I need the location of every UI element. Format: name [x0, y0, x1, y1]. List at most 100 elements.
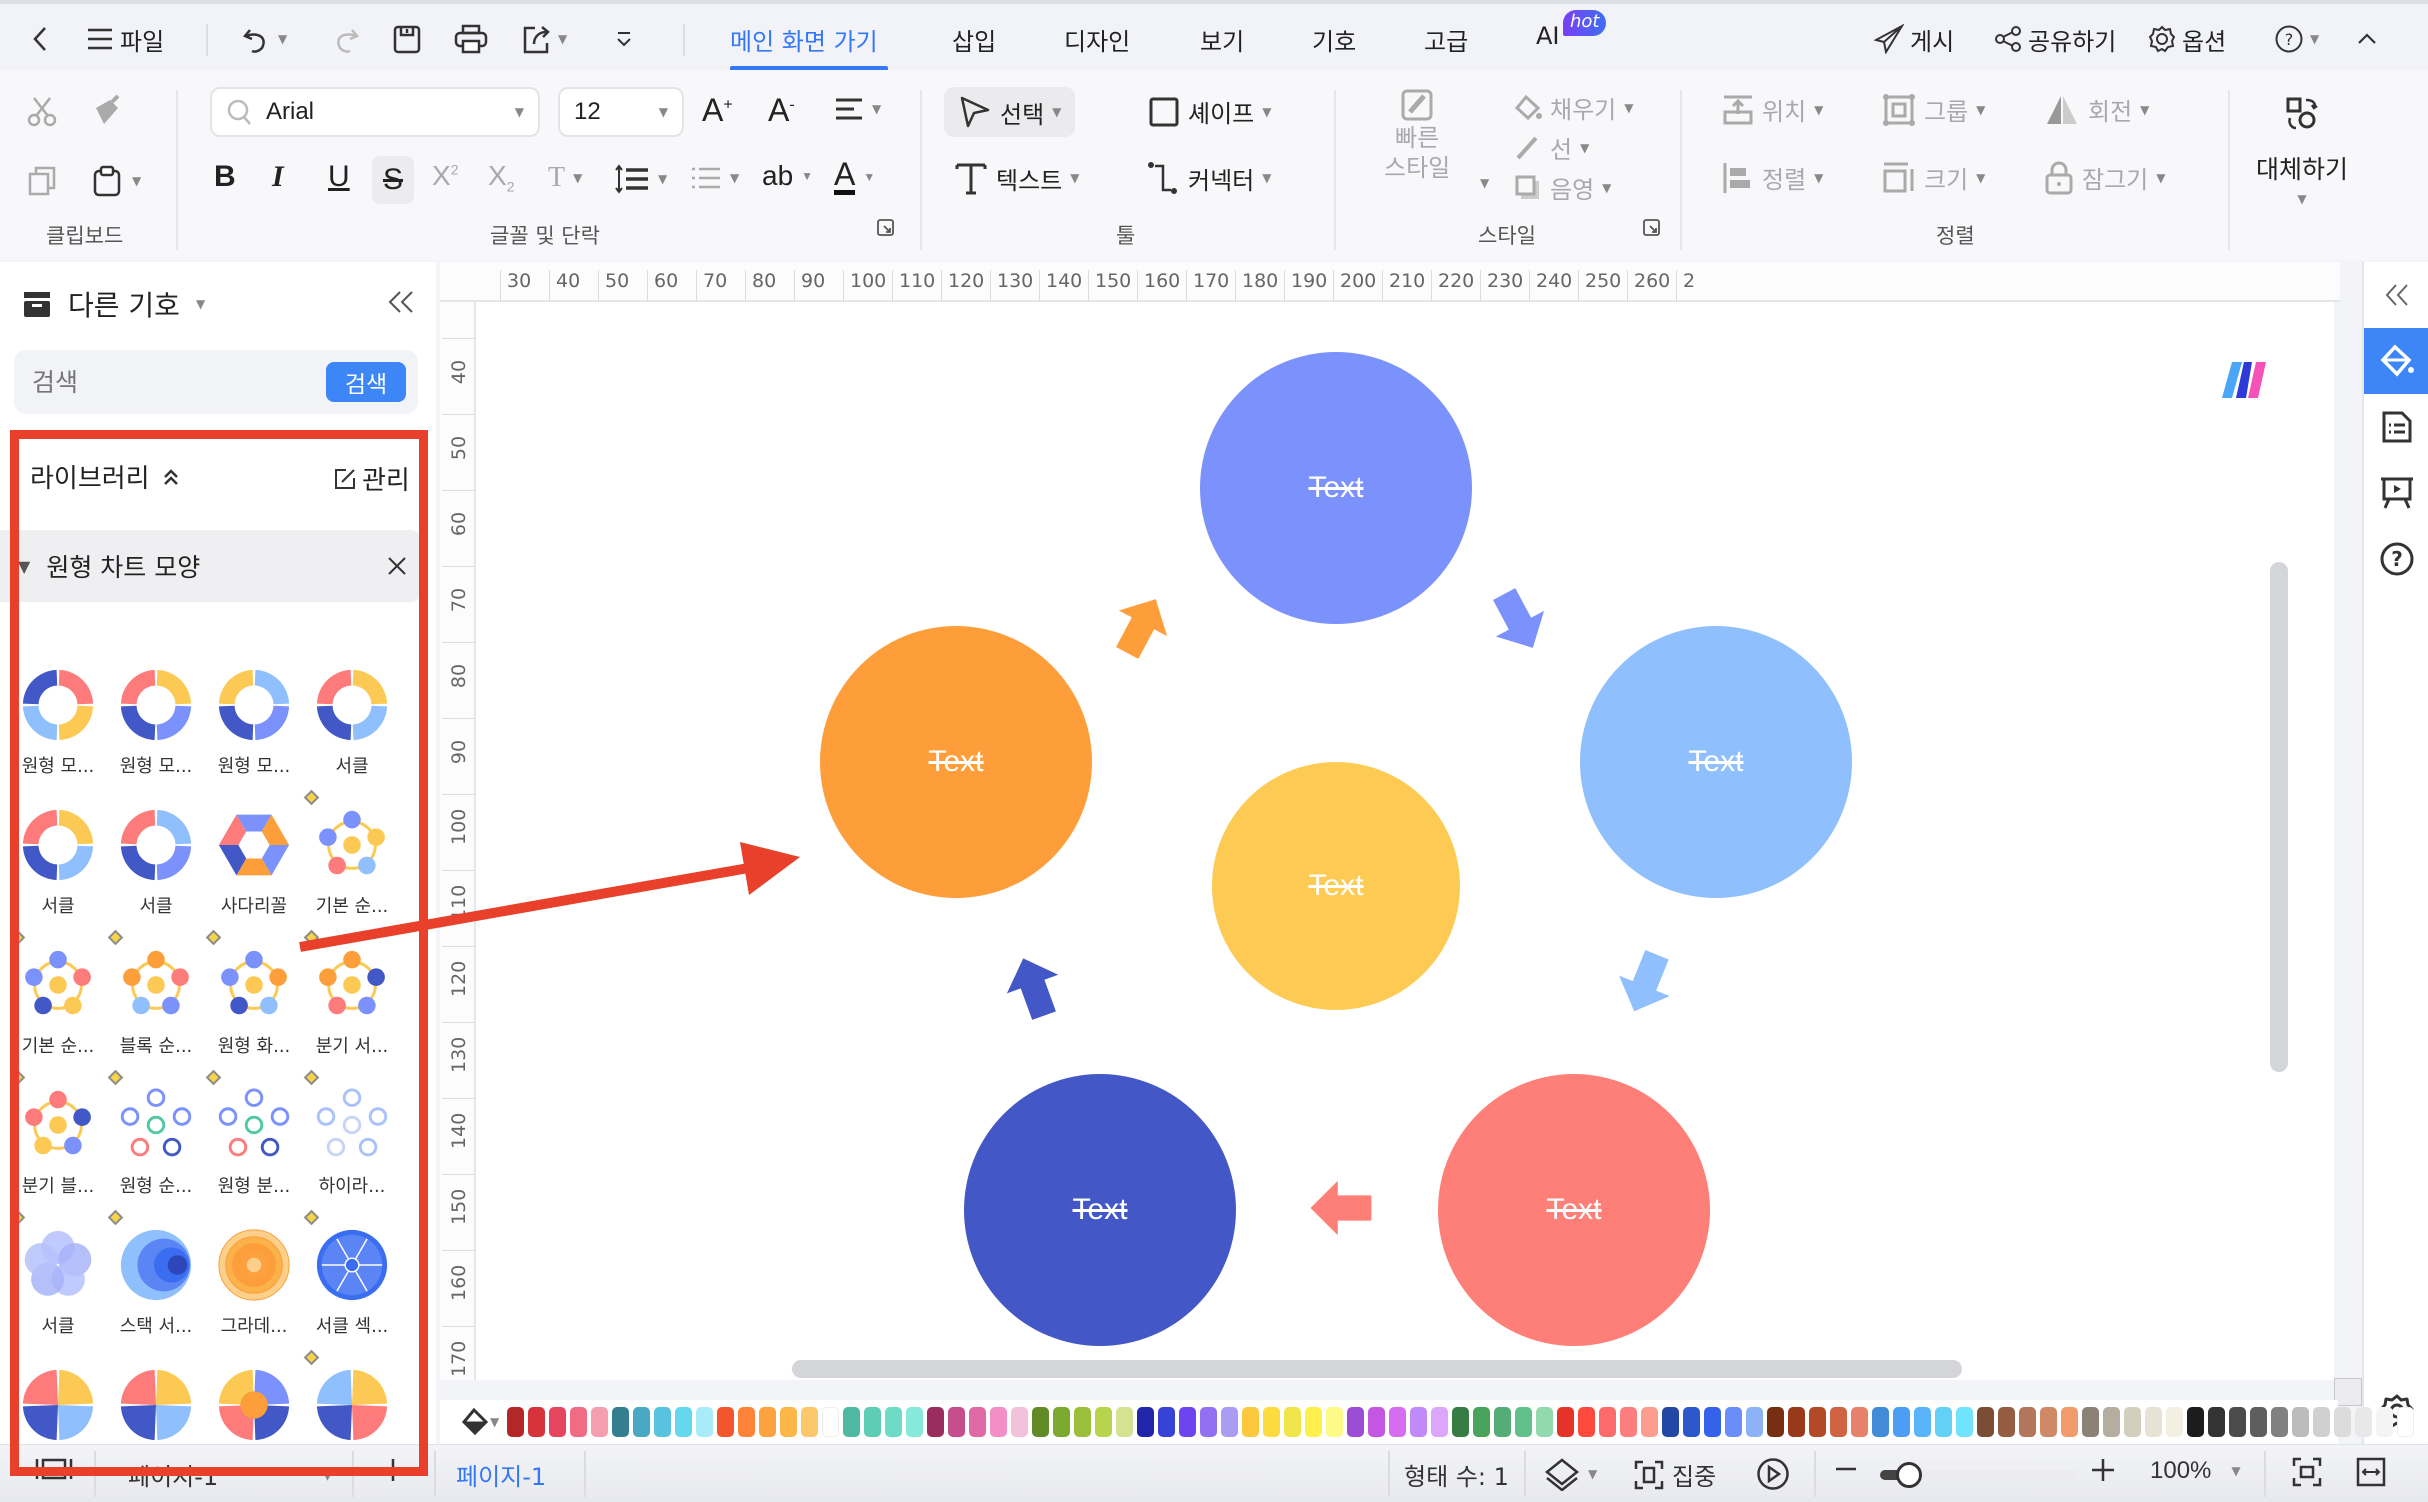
page-selector-dropdown[interactable]: 페이지-1 ▼	[128, 1457, 333, 1492]
color-swatch[interactable]	[1368, 1407, 1386, 1437]
color-swatch[interactable]	[1011, 1407, 1029, 1437]
color-swatch[interactable]	[2019, 1407, 2037, 1437]
line-button[interactable]: 선 ▼	[1514, 130, 1589, 165]
color-swatch[interactable]	[1452, 1407, 1470, 1437]
color-swatch[interactable]	[2061, 1407, 2079, 1437]
color-swatch[interactable]	[1851, 1407, 1869, 1437]
color-swatch[interactable]	[1725, 1407, 1743, 1437]
color-swatch[interactable]	[1536, 1407, 1554, 1437]
page-tab-active[interactable]: 페이지-1	[456, 1457, 546, 1492]
color-swatch[interactable]	[528, 1407, 546, 1437]
fill-button[interactable]: 채우기 ▼	[1514, 90, 1633, 125]
color-swatch[interactable]	[2271, 1407, 2289, 1437]
color-swatch[interactable]	[2145, 1407, 2163, 1437]
library-scrollbar[interactable]	[420, 662, 428, 1362]
color-swatch[interactable]	[2250, 1407, 2268, 1437]
tab-advanced[interactable]: 고급	[1424, 22, 1468, 57]
focus-mode-button[interactable]: 집중	[1634, 1457, 1716, 1492]
file-menu-button[interactable]: 파일	[86, 20, 164, 58]
library-shape-item[interactable]: 서클	[8, 806, 108, 918]
color-swatch[interactable]	[1494, 1407, 1512, 1437]
color-swatch[interactable]	[2292, 1407, 2310, 1437]
tab-design[interactable]: 디자인	[1064, 22, 1130, 57]
style-dialog-launcher[interactable]	[1642, 218, 1662, 238]
color-swatch[interactable]	[2187, 1407, 2205, 1437]
help-button[interactable]: ? ▼	[2274, 20, 2319, 58]
color-swatch[interactable]	[2376, 1407, 2394, 1437]
color-swatch[interactable]	[1956, 1407, 1974, 1437]
decrease-font-button[interactable]: A-	[768, 92, 795, 129]
fit-page-button[interactable]	[2292, 1457, 2322, 1487]
library-shape-item[interactable]: 원형 순...	[106, 1086, 206, 1198]
library-shape-item[interactable]: 기본 순...	[302, 806, 402, 918]
color-swatch[interactable]	[2040, 1407, 2058, 1437]
color-swatch[interactable]	[1977, 1407, 1995, 1437]
color-swatch[interactable]	[1242, 1407, 1260, 1437]
align-button[interactable]: 정렬 ▼	[1722, 160, 1823, 195]
zoom-slider-handle[interactable]	[1896, 1462, 1923, 1488]
quick-style-button[interactable]: 빠른 스타일	[1384, 88, 1450, 182]
text-tool-button[interactable]: 텍스트 ▼	[954, 160, 1079, 196]
color-swatch[interactable]	[738, 1407, 756, 1437]
text-background-button[interactable]: ab ▼	[762, 160, 813, 192]
share-button[interactable]: 공유하기	[1994, 20, 2116, 58]
shape-tool-button[interactable]: 셰이프 ▼	[1148, 94, 1271, 129]
bullet-list-button[interactable]: ▼	[690, 164, 739, 192]
color-swatch[interactable]	[1095, 1407, 1113, 1437]
close-category-icon[interactable]	[386, 555, 408, 577]
library-shape-item[interactable]: 서클	[302, 666, 402, 778]
back-button[interactable]	[30, 20, 50, 58]
color-swatch[interactable]	[2334, 1407, 2352, 1437]
cycle-arrow-left-to-top[interactable]	[1103, 586, 1180, 666]
library-shape-item[interactable]: 원형 모...	[8, 666, 108, 778]
tab-view[interactable]: 보기	[1200, 22, 1244, 57]
fill-color-picker-button[interactable]: ▼	[462, 1407, 499, 1437]
library-shape-item[interactable]: 분기 서...	[302, 946, 402, 1058]
bold-button[interactable]: B	[214, 160, 236, 194]
group-button[interactable]: 그룹 ▼	[1882, 92, 1985, 127]
color-swatch[interactable]	[969, 1407, 987, 1437]
tab-insert[interactable]: 삽입	[952, 22, 996, 57]
zoom-slider[interactable]	[1880, 1462, 2076, 1488]
color-swatch[interactable]	[2103, 1407, 2121, 1437]
symbol-search-input[interactable]	[32, 360, 312, 404]
cut-button[interactable]	[26, 94, 60, 128]
cycle-arrow-right-to-bottom-right[interactable]	[1608, 944, 1683, 1022]
color-swatch[interactable]	[696, 1407, 714, 1437]
color-swatch[interactable]	[1935, 1407, 1953, 1437]
manage-library-button[interactable]: 관리	[334, 460, 410, 497]
color-swatch[interactable]	[822, 1407, 840, 1437]
color-swatch[interactable]	[1200, 1407, 1218, 1437]
color-swatch[interactable]	[1872, 1407, 1890, 1437]
format-painter-button[interactable]	[90, 94, 124, 128]
color-swatch[interactable]	[654, 1407, 672, 1437]
library-shape-item[interactable]: 서클	[8, 1226, 108, 1338]
cycle-arrow-bottom-left-to-left[interactable]	[997, 949, 1070, 1025]
color-swatch[interactable]	[843, 1407, 861, 1437]
color-swatch[interactable]	[717, 1407, 735, 1437]
add-page-button[interactable]	[380, 1457, 406, 1483]
help-panel-button[interactable]: ?	[2364, 526, 2428, 592]
rotate-button[interactable]: 회전 ▼	[2044, 92, 2149, 127]
library-shape-item[interactable]: 그라데...	[204, 1226, 304, 1338]
symbol-source-dropdown[interactable]: 다른 기호 ▼	[22, 284, 205, 324]
color-swatch[interactable]	[675, 1407, 693, 1437]
color-swatch[interactable]	[1179, 1407, 1197, 1437]
library-shape-item[interactable]: 하이라...	[302, 1086, 402, 1198]
size-button[interactable]: 크기 ▼	[1882, 160, 1985, 195]
connector-tool-button[interactable]: 커넥터 ▼	[1146, 160, 1271, 196]
color-swatch[interactable]	[1578, 1407, 1596, 1437]
color-swatch[interactable]	[1620, 1407, 1638, 1437]
color-swatch[interactable]	[1284, 1407, 1302, 1437]
color-swatch[interactable]	[1914, 1407, 1932, 1437]
line-spacing-button[interactable]: ▼	[614, 164, 667, 194]
shadow-button[interactable]: 음영 ▼	[1514, 170, 1611, 205]
color-swatch[interactable]	[2082, 1407, 2100, 1437]
color-swatch[interactable]	[1074, 1407, 1092, 1437]
color-swatch[interactable]	[1116, 1407, 1134, 1437]
color-swatch[interactable]	[864, 1407, 882, 1437]
increase-font-button[interactable]: A+	[702, 92, 733, 129]
color-swatch[interactable]	[1704, 1407, 1722, 1437]
color-swatch[interactable]	[1746, 1407, 1764, 1437]
color-swatch[interactable]	[549, 1407, 567, 1437]
